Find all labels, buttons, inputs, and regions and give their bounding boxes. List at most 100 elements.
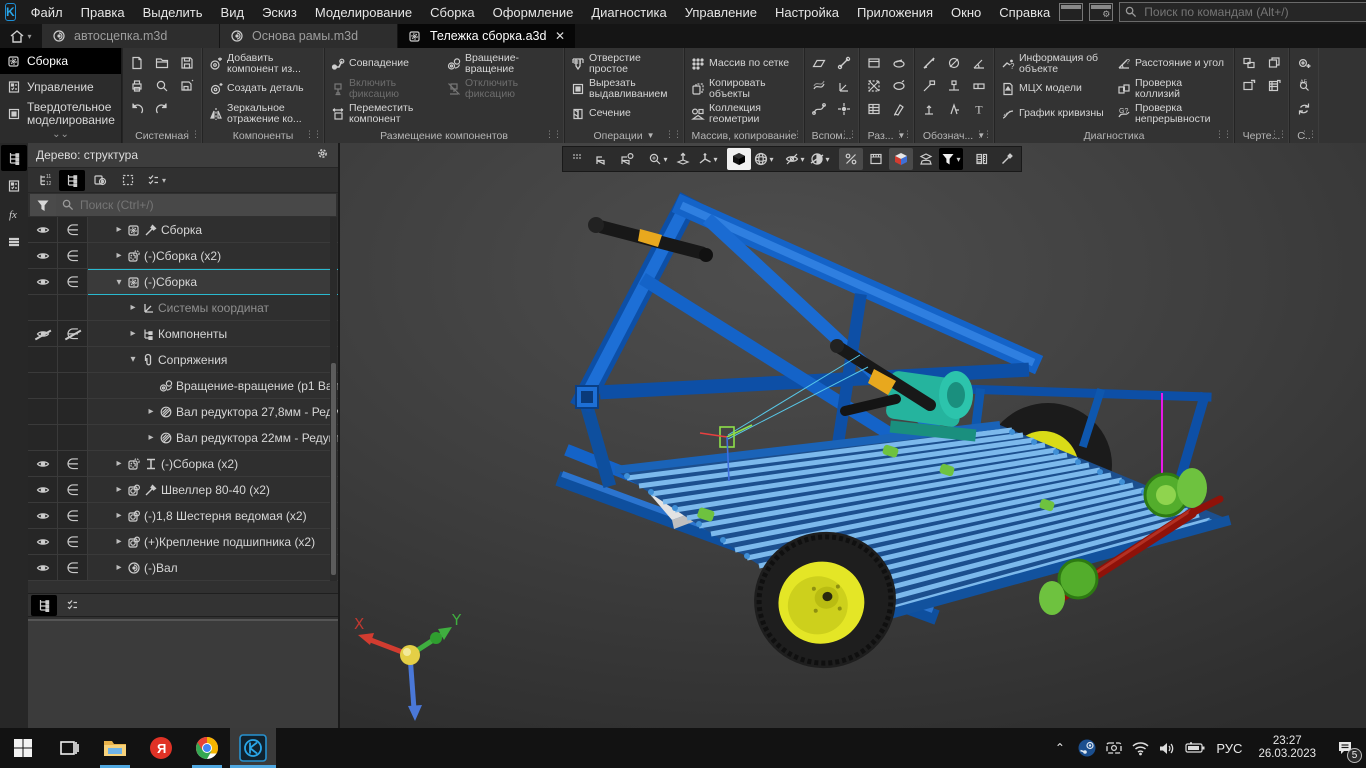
menu-диагностика[interactable]: Диагностика bbox=[582, 0, 675, 24]
tree-bottom-tab-checklist[interactable] bbox=[59, 595, 85, 616]
tree-row[interactable]: ∈▾(-)Сборка bbox=[28, 269, 338, 295]
visibility-cell[interactable] bbox=[28, 321, 58, 347]
layout-sheet-button[interactable] bbox=[864, 53, 884, 73]
expand-arrow-icon[interactable]: ▸ bbox=[114, 458, 124, 469]
layout-mark-button[interactable] bbox=[889, 76, 909, 96]
vp-orient-normal-button[interactable] bbox=[671, 148, 695, 170]
visibility-cell[interactable] bbox=[28, 451, 58, 477]
tree-tool-tree-structure[interactable] bbox=[59, 170, 85, 191]
include-cell[interactable] bbox=[58, 347, 88, 373]
section-grip-icon[interactable]: ⋮⋮ bbox=[840, 129, 856, 140]
screen-settings-icon[interactable]: ⚙ bbox=[1089, 3, 1113, 21]
hole-simple-button[interactable]: Отверстие простое bbox=[569, 51, 679, 76]
mirror-button[interactable]: Зеркальное отражение ко... bbox=[207, 101, 319, 126]
print-button[interactable] bbox=[127, 76, 147, 96]
fix-off-button[interactable]: Отключить фиксацию bbox=[445, 76, 559, 101]
vp-context-display-button[interactable] bbox=[914, 148, 938, 170]
volume-icon[interactable] bbox=[1154, 728, 1181, 768]
dim-roughness-button[interactable] bbox=[944, 99, 964, 119]
taskbar-yandex-browser[interactable]: Я bbox=[138, 728, 184, 768]
menu-окно[interactable]: Окно bbox=[942, 0, 990, 24]
include-cell[interactable] bbox=[58, 399, 88, 425]
ribbon-mode-tab-1[interactable]: Сборка bbox=[0, 48, 121, 74]
dim-angle-button[interactable] bbox=[969, 53, 989, 73]
vp-eyedropper-button[interactable] bbox=[995, 148, 1019, 170]
menu-вид[interactable]: Вид bbox=[212, 0, 254, 24]
ribbon-mode-tab-2[interactable]: Управление bbox=[0, 74, 121, 100]
visibility-cell[interactable] bbox=[28, 243, 58, 269]
include-cell[interactable]: ∈ bbox=[58, 243, 88, 269]
tree-row[interactable]: ▸Вал редуктора 22мм - Редукто bbox=[28, 425, 338, 451]
text-T-button[interactable]: T bbox=[969, 99, 989, 119]
vp-clip-view-button[interactable]: ▾ bbox=[808, 148, 832, 170]
window-layout-icon[interactable] bbox=[1059, 3, 1083, 21]
visibility-cell[interactable] bbox=[28, 217, 58, 243]
tree-row[interactable]: ∈▸Швеллер 80-40 (x2) bbox=[28, 477, 338, 503]
expand-arrow-icon[interactable]: ▸ bbox=[114, 562, 124, 573]
include-cell[interactable]: ∈ bbox=[58, 477, 88, 503]
include-cell[interactable]: ∈ bbox=[58, 503, 88, 529]
section-grip-icon[interactable]: ⋮⋮ bbox=[975, 129, 991, 140]
vp-zoom-area-button[interactable] bbox=[590, 148, 614, 170]
tree-row[interactable]: ∈▸Сборка bbox=[28, 217, 338, 243]
array-grid-button[interactable]: Массив по сетке bbox=[689, 51, 799, 76]
expand-arrow-icon[interactable]: ▸ bbox=[114, 536, 124, 547]
tree-row[interactable]: ∈▸(+)Крепление подшипника (x2) bbox=[28, 529, 338, 555]
document-tab[interactable]: Основа рамы.m3d bbox=[220, 24, 398, 48]
dropdown-icon[interactable]: ▾ bbox=[825, 155, 829, 164]
taskbar-start[interactable] bbox=[0, 728, 46, 768]
expand-arrow-icon[interactable]: ▸ bbox=[146, 406, 156, 417]
undo-button[interactable] bbox=[127, 99, 147, 119]
geometry-collection-button[interactable]: Коллекция геометрии bbox=[689, 101, 799, 126]
curvature-graph-button[interactable]: График кривизны bbox=[999, 101, 1113, 126]
tree-row[interactable]: ∈▸(-)Сборка (x2) bbox=[28, 243, 338, 269]
visibility-cell[interactable] bbox=[28, 373, 58, 399]
save-button[interactable] bbox=[177, 53, 197, 73]
tray-chevron-icon[interactable]: ⌃ bbox=[1046, 728, 1073, 768]
folder-open-button[interactable] bbox=[152, 53, 172, 73]
home-button[interactable]: ▾ bbox=[0, 24, 42, 48]
distance-angle-button[interactable]: ?Расстояние и угол bbox=[1115, 51, 1229, 76]
include-cell[interactable]: ∈ bbox=[58, 555, 88, 581]
layout-note-button[interactable] bbox=[889, 99, 909, 119]
dropdown-icon[interactable]: ▾ bbox=[956, 155, 960, 164]
dim-tolerance-button[interactable] bbox=[969, 76, 989, 96]
section-op-button[interactable]: Сечение bbox=[569, 101, 679, 126]
tree-scrollbar[interactable] bbox=[330, 217, 337, 581]
layout-zone-button[interactable] bbox=[864, 76, 884, 96]
tree-row[interactable]: ▾Сопряжения bbox=[28, 347, 338, 373]
doc-new-button[interactable] bbox=[127, 53, 147, 73]
menu-эскиз[interactable]: Эскиз bbox=[253, 0, 306, 24]
notification-center-icon[interactable]: 5 bbox=[1324, 728, 1366, 768]
taskbar-explorer[interactable] bbox=[92, 728, 138, 768]
drawing-views-button[interactable] bbox=[1239, 53, 1259, 73]
panel-tab-params-panel[interactable] bbox=[1, 173, 27, 199]
wifi-icon[interactable] bbox=[1127, 728, 1154, 768]
3d-viewport[interactable]: X Y Z ▾▾▾▾▾▾ bbox=[340, 143, 1366, 728]
dim-base-button[interactable] bbox=[919, 99, 939, 119]
command-search-input[interactable] bbox=[1119, 2, 1366, 22]
include-cell[interactable] bbox=[58, 425, 88, 451]
info-object-button[interactable]: ?Информация об объекте bbox=[999, 51, 1113, 76]
vp-zoom-tools-button[interactable]: ▾ bbox=[646, 148, 670, 170]
visibility-cell[interactable] bbox=[28, 295, 58, 321]
tree-row[interactable]: ▸Системы координат bbox=[28, 295, 338, 321]
tree-row[interactable]: Вращение-вращение (p1 Вал р bbox=[28, 373, 338, 399]
create-part-button[interactable]: Создать деталь bbox=[207, 76, 319, 101]
tree-bottom-tab-tree-structure[interactable] bbox=[31, 595, 57, 616]
include-cell[interactable] bbox=[58, 373, 88, 399]
vp-snap-mode-button[interactable] bbox=[839, 148, 863, 170]
steam-icon[interactable] bbox=[1073, 728, 1100, 768]
redo-button[interactable] bbox=[152, 99, 172, 119]
panel-tab-menu-lines[interactable] bbox=[1, 229, 27, 255]
aux-local-cs-button[interactable] bbox=[834, 76, 854, 96]
vp-zoom-selected-button[interactable] bbox=[615, 148, 639, 170]
layout-table-button[interactable] bbox=[864, 99, 884, 119]
continuity-check-button[interactable]: G?Проверка непрерывности bbox=[1115, 101, 1229, 126]
menu-приложения[interactable]: Приложения bbox=[848, 0, 942, 24]
menu-сборка[interactable]: Сборка bbox=[421, 0, 484, 24]
aux-surface-button[interactable] bbox=[809, 76, 829, 96]
dim-leader-button[interactable] bbox=[919, 76, 939, 96]
panel-tab-fx-panel[interactable]: fx bbox=[1, 201, 27, 227]
section-grip-icon[interactable]: ⋮⋮ bbox=[895, 129, 911, 140]
